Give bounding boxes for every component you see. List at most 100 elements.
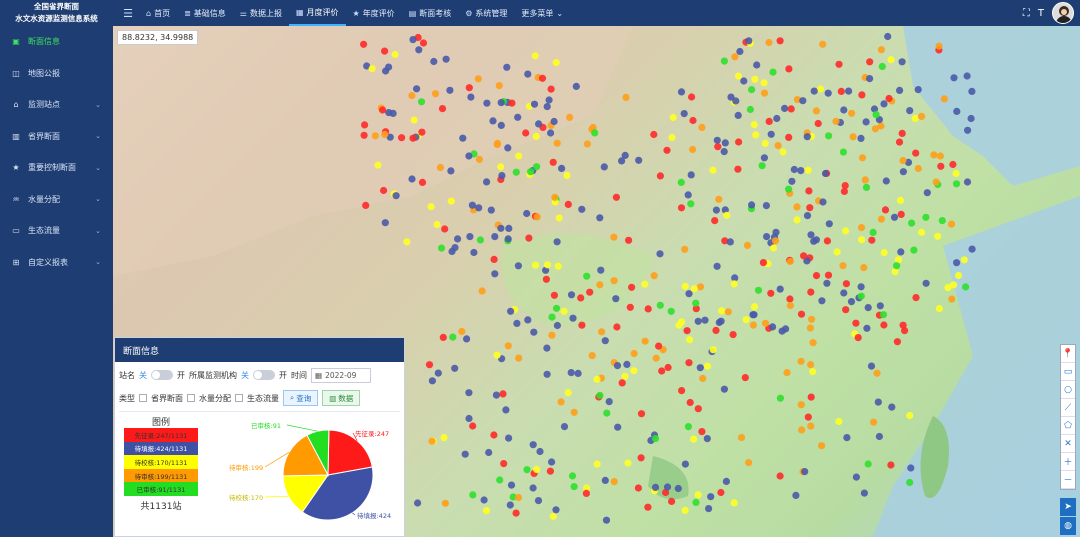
station-marker[interactable] xyxy=(899,156,907,165)
station-marker[interactable] xyxy=(852,319,860,327)
station-marker[interactable] xyxy=(874,398,882,406)
station-marker[interactable] xyxy=(703,435,711,443)
station-marker[interactable] xyxy=(613,362,622,370)
station-marker[interactable] xyxy=(667,307,675,315)
station-marker[interactable] xyxy=(409,36,417,44)
station-marker[interactable] xyxy=(885,94,893,103)
station-marker[interactable] xyxy=(910,246,918,254)
station-marker[interactable] xyxy=(726,238,734,246)
station-marker[interactable] xyxy=(621,372,629,380)
station-marker[interactable] xyxy=(491,270,499,278)
station-marker[interactable] xyxy=(947,220,956,228)
station-marker[interactable] xyxy=(705,505,713,513)
station-marker[interactable] xyxy=(750,121,758,129)
station-marker[interactable] xyxy=(441,499,449,507)
station-marker[interactable] xyxy=(469,422,477,430)
station-marker[interactable] xyxy=(597,266,605,274)
station-marker[interactable] xyxy=(737,433,746,442)
station-marker[interactable] xyxy=(596,391,604,399)
station-marker[interactable] xyxy=(563,171,571,179)
station-marker[interactable] xyxy=(690,435,698,443)
station-marker[interactable] xyxy=(698,123,706,131)
query-button[interactable]: ⌕ 查询 xyxy=(283,390,319,406)
station-marker[interactable] xyxy=(776,37,784,45)
station-marker[interactable] xyxy=(890,213,899,221)
station-marker[interactable] xyxy=(785,185,793,193)
station-marker[interactable] xyxy=(515,152,523,160)
station-marker[interactable] xyxy=(717,317,725,325)
station-marker[interactable] xyxy=(689,116,697,125)
station-marker[interactable] xyxy=(551,193,559,201)
station-marker[interactable] xyxy=(735,138,743,146)
station-marker[interactable] xyxy=(748,201,756,209)
station-marker[interactable] xyxy=(762,202,771,210)
station-marker[interactable] xyxy=(598,328,606,336)
station-marker[interactable] xyxy=(461,450,469,458)
station-marker[interactable] xyxy=(807,231,815,239)
station-marker[interactable] xyxy=(858,154,867,162)
station-marker[interactable] xyxy=(403,238,411,246)
station-marker[interactable] xyxy=(790,165,798,174)
station-marker[interactable] xyxy=(786,257,794,266)
station-marker[interactable] xyxy=(504,235,512,243)
station-marker[interactable] xyxy=(493,140,501,149)
station-marker[interactable] xyxy=(819,198,827,206)
station-marker[interactable] xyxy=(692,299,700,307)
station-marker[interactable] xyxy=(934,232,942,240)
globe-icon[interactable]: ◍ xyxy=(1060,517,1076,535)
station-marker[interactable] xyxy=(842,227,850,235)
station-marker[interactable] xyxy=(857,283,865,291)
station-marker[interactable] xyxy=(774,142,782,150)
station-marker[interactable] xyxy=(754,286,763,294)
station-marker[interactable] xyxy=(967,114,975,123)
station-marker[interactable] xyxy=(721,139,729,147)
station-marker[interactable] xyxy=(845,87,853,95)
nav-item-5[interactable]: ▤ 断面考核 xyxy=(402,0,459,26)
station-marker[interactable] xyxy=(467,93,475,101)
station-marker[interactable] xyxy=(884,32,892,41)
station-marker[interactable] xyxy=(637,454,645,462)
station-marker[interactable] xyxy=(730,280,738,288)
station-marker[interactable] xyxy=(786,301,795,310)
station-marker[interactable] xyxy=(427,203,435,211)
station-marker[interactable] xyxy=(601,476,609,484)
nav-item-7[interactable]: 更多菜单 ⌄ xyxy=(514,0,570,26)
station-marker[interactable] xyxy=(439,333,447,341)
station-marker[interactable] xyxy=(963,178,972,186)
station-marker[interactable] xyxy=(866,75,874,83)
station-marker[interactable] xyxy=(923,189,931,197)
station-marker[interactable] xyxy=(761,139,769,147)
station-marker[interactable] xyxy=(552,304,561,312)
org-toggle[interactable] xyxy=(253,370,275,380)
station-marker[interactable] xyxy=(545,96,553,104)
station-marker[interactable] xyxy=(534,497,543,505)
station-marker[interactable] xyxy=(612,193,620,201)
station-marker[interactable] xyxy=(391,50,399,59)
station-marker[interactable] xyxy=(451,364,459,372)
station-marker[interactable] xyxy=(524,70,532,78)
station-marker[interactable] xyxy=(586,288,594,296)
station-marker[interactable] xyxy=(529,441,537,449)
station-marker[interactable] xyxy=(491,233,499,241)
station-marker[interactable] xyxy=(512,168,520,176)
station-marker[interactable] xyxy=(438,105,447,113)
station-marker[interactable] xyxy=(912,294,920,302)
station-marker[interactable] xyxy=(765,38,773,47)
station-marker[interactable] xyxy=(524,316,532,324)
station-marker[interactable] xyxy=(832,117,840,125)
station-marker[interactable] xyxy=(922,213,930,221)
station-marker[interactable] xyxy=(962,283,970,291)
station-marker[interactable] xyxy=(483,178,491,186)
station-marker[interactable] xyxy=(717,488,725,497)
station-marker[interactable] xyxy=(720,148,728,156)
station-marker[interactable] xyxy=(374,161,382,169)
station-marker[interactable] xyxy=(558,164,566,172)
station-marker[interactable] xyxy=(468,201,476,209)
polygon-draw-icon[interactable]: ⬠ xyxy=(1061,417,1075,435)
station-marker[interactable] xyxy=(805,187,813,195)
station-marker[interactable] xyxy=(533,213,541,221)
station-marker[interactable] xyxy=(776,285,784,293)
station-marker[interactable] xyxy=(533,465,541,473)
station-marker[interactable] xyxy=(603,409,611,417)
station-marker[interactable] xyxy=(623,360,631,368)
